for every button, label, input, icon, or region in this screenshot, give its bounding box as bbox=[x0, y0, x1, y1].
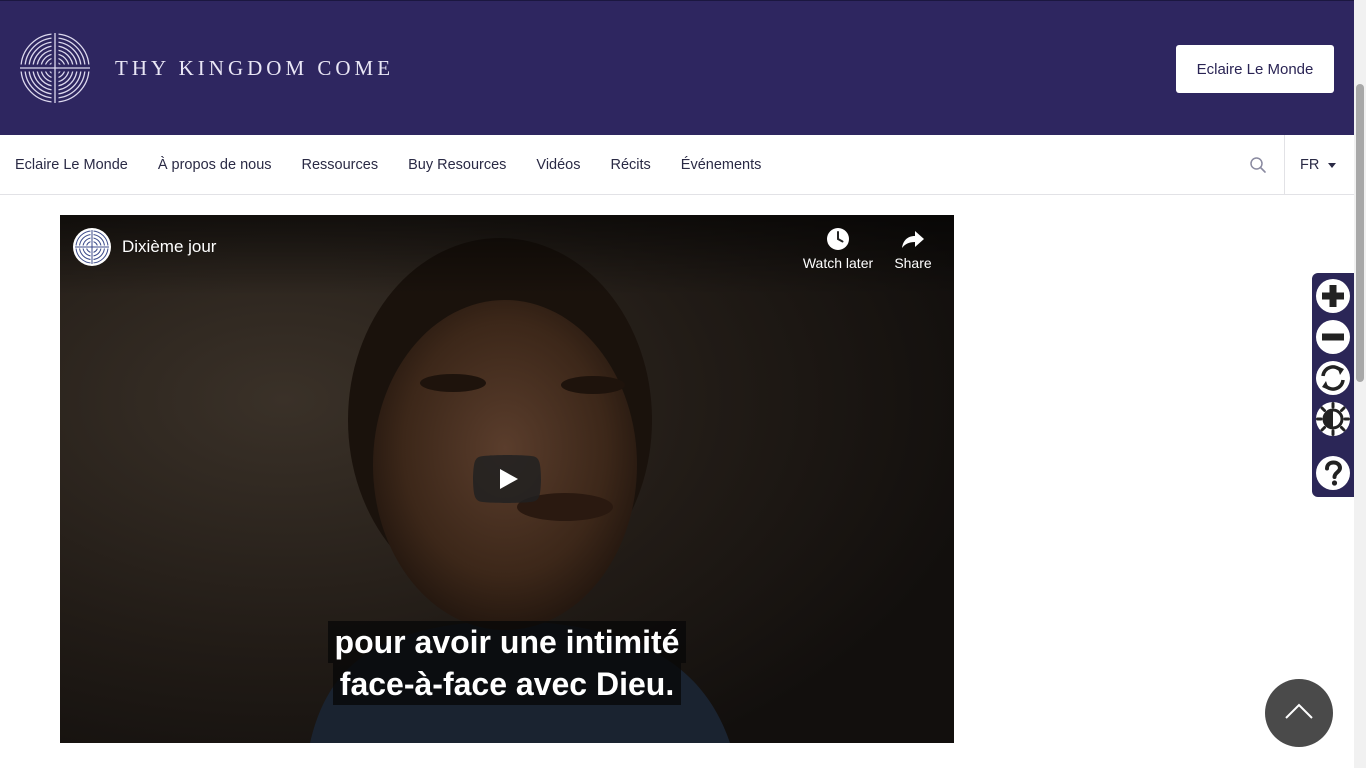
subtitle-line: face-à-face avec Dieu. bbox=[332, 663, 682, 705]
watch-later-button[interactable]: Watch later bbox=[798, 227, 878, 271]
share-label: Share bbox=[894, 255, 932, 271]
nav-item-a-propos[interactable]: À propos de nous bbox=[158, 157, 272, 173]
eclaire-le-monde-button[interactable]: Eclaire Le Monde bbox=[1176, 45, 1334, 93]
reset-icon[interactable] bbox=[1315, 360, 1351, 396]
video-subtitles: pour avoir une intimité face-à-face avec… bbox=[60, 621, 954, 705]
watch-later-label: Watch later bbox=[802, 255, 874, 271]
channel-logo-icon[interactable] bbox=[72, 227, 112, 267]
back-to-top-button[interactable] bbox=[1265, 679, 1333, 747]
language-selector[interactable]: FR bbox=[1284, 135, 1354, 195]
nav-item-evenements[interactable]: Événements bbox=[681, 157, 762, 173]
contrast-icon[interactable] bbox=[1315, 401, 1351, 437]
nav-item-buy-resources[interactable]: Buy Resources bbox=[408, 157, 506, 173]
clock-icon bbox=[827, 228, 849, 250]
video-player[interactable]: Dixième jour Watch later Share pour avoi… bbox=[60, 215, 954, 743]
chevron-up-icon bbox=[1285, 703, 1313, 719]
nav-item-videos[interactable]: Vidéos bbox=[536, 157, 580, 173]
nav-item-ressources[interactable]: Ressources bbox=[302, 157, 379, 173]
page-scrollbar[interactable] bbox=[1354, 0, 1366, 768]
page: THY KINGDOM COME Eclaire Le Monde Eclair… bbox=[0, 0, 1354, 768]
nav-menu: Eclaire Le Monde À propos de nous Ressou… bbox=[15, 135, 791, 195]
site-brand-name[interactable]: THY KINGDOM COME bbox=[115, 56, 394, 81]
scrollbar-thumb[interactable] bbox=[1356, 84, 1364, 382]
share-arrow-icon bbox=[902, 231, 924, 248]
chevron-down-icon bbox=[1328, 162, 1337, 168]
search-icon[interactable] bbox=[1248, 155, 1268, 175]
nav-item-eclaire-le-monde[interactable]: Eclaire Le Monde bbox=[15, 157, 128, 173]
language-label: FR bbox=[1300, 157, 1320, 173]
video-title[interactable]: Dixième jour bbox=[122, 237, 216, 257]
zoom-in-icon[interactable] bbox=[1315, 278, 1351, 314]
main-navigation: Eclaire Le Monde À propos de nous Ressou… bbox=[0, 135, 1354, 195]
zoom-out-icon[interactable] bbox=[1315, 319, 1351, 355]
help-icon[interactable] bbox=[1315, 455, 1351, 491]
concentric-cross-logo-icon[interactable] bbox=[20, 33, 90, 103]
play-button[interactable] bbox=[473, 455, 541, 503]
subtitle-line: pour avoir une intimité bbox=[327, 621, 687, 663]
share-button[interactable]: Share bbox=[873, 227, 953, 271]
site-header: THY KINGDOM COME Eclaire Le Monde bbox=[0, 0, 1354, 135]
accessibility-toolbar bbox=[1312, 273, 1354, 497]
nav-item-recits[interactable]: Récits bbox=[610, 157, 650, 173]
